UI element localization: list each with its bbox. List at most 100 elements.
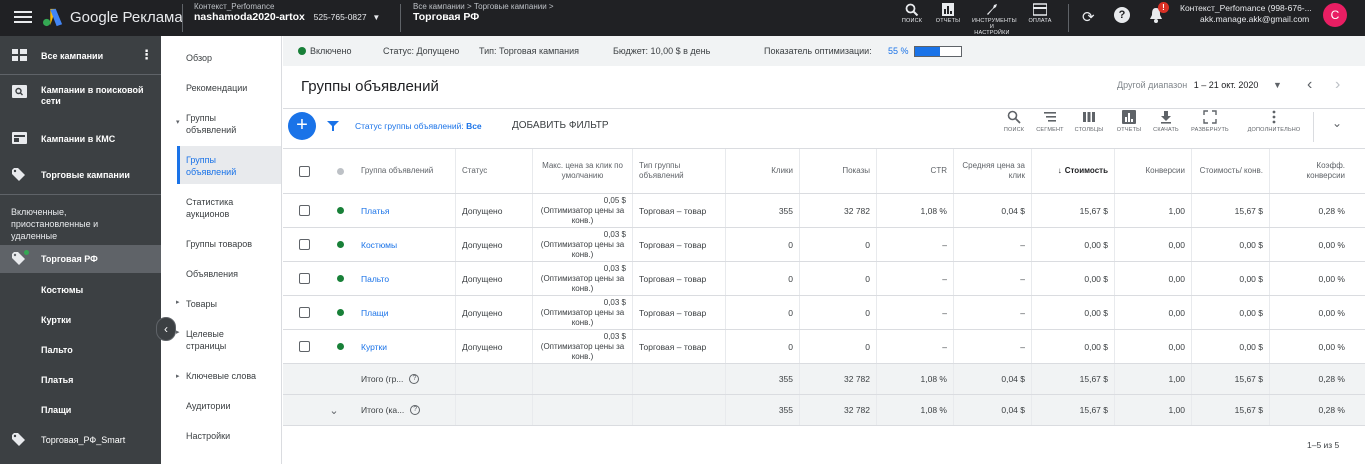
help-icon[interactable]: ?	[1114, 7, 1130, 23]
adgroup-link[interactable]: Платья	[361, 206, 390, 216]
row-checkbox[interactable]	[298, 205, 310, 216]
toolbar-search[interactable]: ПОИСК	[1001, 110, 1027, 134]
adgroup-link[interactable]: Плащи	[361, 308, 389, 318]
max-cpc-cell[interactable]: 0,03 $ (Оптимизатор цены за конв.)	[532, 330, 632, 363]
row-checkbox[interactable]	[298, 273, 310, 284]
nav-search-campaigns[interactable]: Кампании в поисковой сети	[0, 84, 161, 110]
page-nav-recommendations[interactable]: Рекомендации	[186, 82, 247, 94]
header-adgroup-type[interactable]: Тип группы объявлений	[632, 149, 725, 193]
header-impressions[interactable]: Показы	[799, 149, 876, 193]
max-cpc-cell[interactable]: 0,05 $ (Оптимизатор цены за конв.)	[532, 194, 632, 227]
toolbar-segment[interactable]: СЕГМЕНТ	[1035, 110, 1065, 134]
prev-period-button[interactable]: ‹	[1307, 76, 1312, 94]
header-avg-cpc[interactable]: Средняя цена за клик	[953, 149, 1031, 193]
page-nav-overview[interactable]: Обзор	[186, 52, 212, 64]
adgroup-link[interactable]: Куртки	[361, 342, 387, 352]
campaign-enabled[interactable]: Включено	[310, 46, 352, 56]
page-nav-audiences[interactable]: Аудитории	[186, 400, 230, 412]
toolbar-reports[interactable]: ОТЧЕТЫ	[1115, 110, 1143, 134]
nav-display-campaigns[interactable]: Кампании в КМС	[0, 132, 161, 148]
nav-adgroup-kurtki[interactable]: Куртки	[41, 315, 71, 325]
tool-settings[interactable]: ИНСТРУМЕНТЫ И НАСТРОЙКИ	[972, 3, 1017, 36]
nav-campaign-smart[interactable]: Торговая_РФ_Smart	[0, 433, 161, 449]
row-select[interactable]	[283, 262, 325, 295]
adgroup-link[interactable]: Костюмы	[361, 240, 397, 250]
page-nav-landing-pages[interactable]: Целевые страницы	[186, 328, 246, 352]
header-ctr[interactable]: CTR	[876, 149, 953, 193]
row-checkbox[interactable]	[298, 307, 310, 318]
header-conversions[interactable]: Конверсии	[1114, 149, 1191, 193]
row-checkbox[interactable]	[298, 239, 310, 250]
campaign-budget[interactable]: Бюджет: 10,00 $ в день	[613, 46, 710, 56]
table-row[interactable]: Пальто 0,03 $ (Оптимизатор цены за конв.) Д…	[283, 262, 1365, 296]
row-status-cell[interactable]	[325, 228, 355, 261]
add-filter-button[interactable]: ДОБАВИТЬ ФИЛЬТР	[512, 120, 609, 131]
refresh-icon[interactable]: ⟳	[1082, 8, 1095, 26]
table-row[interactable]: Плащи 0,03 $ (Оптимизатор цены за конв.) До…	[283, 296, 1365, 330]
row-status-cell[interactable]	[325, 330, 355, 363]
help-icon[interactable]: ?	[410, 405, 421, 415]
row-status-cell[interactable]	[325, 296, 355, 329]
nav-campaign-torgovaya-rf[interactable]: Торговая РФ	[0, 245, 161, 273]
toolbar-download[interactable]: СКАЧАТЬ	[1151, 110, 1181, 134]
row-select[interactable]	[283, 330, 325, 363]
account-switcher[interactable]: Контекст_Perfomance nashamoda2020-artox …	[194, 2, 380, 23]
toolbar-expand[interactable]: РАЗВЕРНУТЬ	[1189, 110, 1231, 134]
menu-icon[interactable]	[14, 8, 32, 26]
page-nav-keywords[interactable]: Ключевые слова	[186, 370, 256, 382]
page-nav-adgroups[interactable]: Группы объявлений	[186, 154, 256, 178]
header-cost-per-conv[interactable]: Стоимость/ конв.	[1191, 149, 1269, 193]
tool-search[interactable]: ПОИСК	[898, 3, 926, 24]
max-cpc-cell[interactable]: 0,03 $ (Оптимизатор цены за конв.)	[532, 296, 632, 329]
tool-reports[interactable]: ОТЧЕТЫ	[934, 3, 962, 24]
page-nav-settings[interactable]: Настройки	[186, 430, 230, 442]
adgroup-link[interactable]: Пальто	[361, 274, 389, 284]
select-all-checkbox[interactable]	[298, 165, 310, 177]
status-dot[interactable]	[336, 343, 344, 350]
page-nav-ads[interactable]: Объявления	[186, 268, 238, 280]
header-adgroup[interactable]: Группа объявлений	[355, 149, 455, 193]
next-period-button[interactable]: ›	[1335, 76, 1340, 94]
date-range-picker[interactable]: Другой диапазон 1 – 21 окт. 2020 ▼	[1117, 80, 1282, 90]
table-row[interactable]: Куртки 0,03 $ (Оптимизатор цены за конв.) Д…	[283, 330, 1365, 364]
more-vert-icon[interactable]: ⋮	[140, 48, 153, 62]
table-row[interactable]: Платья 0,05 $ (Оптимизатор цены за конв.) Д…	[283, 194, 1365, 228]
max-cpc-cell[interactable]: 0,03 $ (Оптимизатор цены за конв.)	[532, 228, 632, 261]
status-dot[interactable]	[336, 309, 344, 316]
row-select[interactable]	[283, 228, 325, 261]
chevron-down-icon[interactable]: ⌄	[329, 404, 338, 417]
nav-adgroup-platya[interactable]: Платья	[41, 375, 73, 385]
toolbar-columns[interactable]: СТОЛБЦЫ	[1073, 110, 1105, 134]
add-adgroup-button[interactable]: +	[288, 112, 316, 140]
help-icon[interactable]: ?	[409, 374, 420, 384]
collapse-nav-button[interactable]: ‹	[156, 317, 176, 341]
row-status-cell[interactable]	[325, 194, 355, 227]
status-filter-label[interactable]: Включенные, приостановленные и удаленные	[11, 206, 131, 242]
header-cost[interactable]: ↓ Стоимость	[1031, 149, 1114, 193]
header-conv-rate[interactable]: Коэфф. конверсии	[1269, 149, 1351, 193]
nav-adgroup-palto[interactable]: Пальто	[41, 345, 73, 355]
header-select[interactable]	[283, 149, 325, 193]
nav-adgroup-plashchi[interactable]: Плащи	[41, 405, 71, 415]
optimization-value[interactable]: 55 %	[888, 46, 909, 56]
nav-shopping-campaigns[interactable]: Торговые кампании	[0, 168, 161, 184]
page-nav-auction-insights[interactable]: Статистика аукционов	[186, 196, 266, 220]
row-status-cell[interactable]	[325, 262, 355, 295]
status-dot[interactable]	[336, 241, 344, 248]
row-select[interactable]	[283, 296, 325, 329]
header-max-cpc[interactable]: Макс. цена за клик по умолчанию	[532, 149, 632, 193]
header-status[interactable]: Статус	[455, 149, 532, 193]
page-nav-products[interactable]: Товары	[186, 298, 217, 310]
row-checkbox[interactable]	[298, 341, 310, 352]
status-dot[interactable]	[336, 207, 344, 214]
max-cpc-cell[interactable]: 0,03 $ (Оптимизатор цены за конв.)	[532, 262, 632, 295]
tool-billing[interactable]: ОПЛАТА	[1026, 3, 1054, 24]
filter-chip[interactable]: Статус группы объявлений: Все	[355, 121, 482, 131]
page-nav-adgroups-parent[interactable]: Группы объявлений	[186, 112, 266, 136]
nav-adgroup-kostyumy[interactable]: Костюмы	[41, 285, 83, 295]
page-nav-product-groups[interactable]: Группы товаров	[186, 238, 252, 250]
nav-all-campaigns[interactable]: Все кампании ⋮	[0, 48, 161, 64]
status-dot[interactable]	[336, 275, 344, 282]
avatar[interactable]: C	[1323, 3, 1347, 27]
toolbar-more[interactable]: ДОПОЛНИТЕЛЬНО	[1245, 110, 1303, 134]
